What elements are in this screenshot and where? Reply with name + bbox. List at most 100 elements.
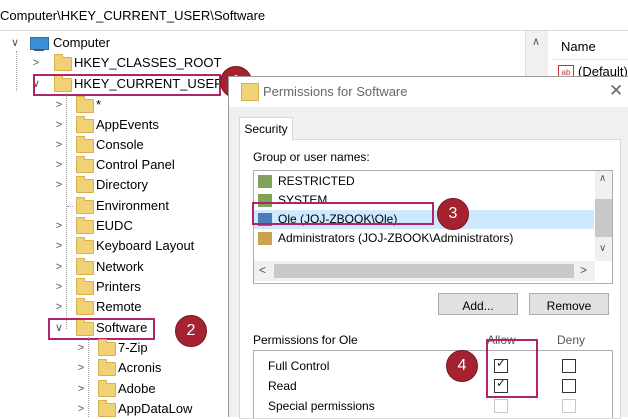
- tree-item-console[interactable]: > Console: [0, 135, 220, 155]
- tab-security[interactable]: Security: [239, 117, 293, 141]
- dialog-folder-icon: [241, 83, 259, 101]
- user-name: RESTRICTED: [278, 174, 355, 188]
- tree-item-environment[interactable]: Environment: [0, 196, 220, 216]
- tree-item-hkcr[interactable]: > HKEY_CLASSES_ROOT: [0, 53, 222, 73]
- full-control-deny-checkbox[interactable]: [562, 359, 576, 373]
- perm-full-control: Full Control: [268, 359, 330, 373]
- tree-label: 7-Zip: [118, 340, 148, 355]
- annotation-badge-2: 2: [175, 315, 207, 347]
- chevron-right-icon[interactable]: >: [54, 95, 64, 115]
- highlight-software: [48, 318, 155, 340]
- folder-icon: [98, 339, 116, 356]
- folder-icon: [76, 197, 94, 214]
- chevron-right-icon[interactable]: >: [76, 379, 86, 399]
- chevron-right-icon[interactable]: >: [54, 297, 64, 317]
- tree-item-control-panel[interactable]: > Control Panel: [0, 155, 220, 175]
- folder-icon: [76, 136, 94, 153]
- annotation-badge-4: 4: [446, 350, 478, 382]
- tree-item-acronis[interactable]: > Acronis: [0, 358, 220, 378]
- column-header[interactable]: Name: [552, 31, 628, 60]
- tree-label: Printers: [96, 279, 141, 294]
- tree-item-eudc[interactable]: > EUDC: [0, 216, 220, 236]
- column-name-label: Name: [561, 39, 596, 54]
- tree-item-appdatalow[interactable]: > AppDataLow: [0, 399, 220, 419]
- chevron-right-icon[interactable]: >: [54, 257, 64, 277]
- tree-item-printers[interactable]: > Printers: [0, 277, 220, 297]
- tree-label: Directory: [96, 177, 149, 192]
- chevron-right-icon[interactable]: >: [54, 216, 64, 236]
- computer-icon-stand: [34, 49, 44, 51]
- folder-icon: [76, 278, 94, 295]
- highlight-ole: [252, 202, 434, 225]
- tree-item-adobe[interactable]: > Adobe: [0, 379, 220, 399]
- dialog-title: Permissions for Software: [263, 84, 408, 99]
- scroll-down-icon[interactable]: ∨: [599, 243, 606, 254]
- read-deny-checkbox[interactable]: [562, 379, 576, 393]
- list-hscrollbar[interactable]: < >: [254, 261, 595, 281]
- tree-item-network[interactable]: > Network: [0, 257, 220, 277]
- close-icon[interactable]: ✕: [609, 81, 623, 101]
- chevron-right-icon[interactable]: >: [54, 115, 64, 135]
- tree-label: AppEvents: [96, 117, 159, 132]
- chevron-right-icon[interactable]: >: [76, 399, 86, 419]
- add-button[interactable]: Add...: [438, 293, 518, 315]
- folder-icon: [76, 116, 94, 133]
- tree-label: Remote: [96, 299, 142, 314]
- list-vscrollbar[interactable]: ∧ ∨: [595, 171, 612, 261]
- scroll-thumb[interactable]: [595, 199, 612, 237]
- address-bar[interactable]: Computer\HKEY_CURRENT_USER\Software: [0, 0, 628, 31]
- tree-item-remote[interactable]: > Remote: [0, 297, 220, 317]
- tree-label: Acronis: [118, 360, 162, 375]
- tree-item-appevents[interactable]: > AppEvents: [0, 115, 220, 135]
- tree-label: Environment: [96, 198, 169, 213]
- scroll-thumb[interactable]: [274, 264, 574, 278]
- tree-label: Adobe: [118, 381, 156, 396]
- remove-button[interactable]: Remove: [529, 293, 609, 315]
- tree-label: Computer: [53, 35, 111, 50]
- group-names-label: Group or user names:: [253, 150, 370, 164]
- folder-icon: [98, 380, 116, 397]
- perm-special: Special permissions: [268, 399, 375, 413]
- permissions-for-label: Permissions for Ole: [253, 333, 358, 347]
- chevron-right-icon[interactable]: >: [76, 338, 86, 358]
- tree-label: *: [96, 97, 102, 112]
- annotation-badge-3: 3: [437, 198, 469, 230]
- folder-icon: [76, 258, 94, 275]
- folder-icon: [76, 96, 94, 113]
- chevron-right-icon[interactable]: >: [54, 236, 64, 256]
- folder-icon: [98, 400, 116, 417]
- scroll-up-icon[interactable]: ∧: [532, 35, 540, 48]
- chevron-right-icon[interactable]: >: [54, 175, 64, 195]
- chevron-right-icon[interactable]: >: [54, 155, 64, 175]
- deny-header: Deny: [557, 333, 586, 347]
- tree-label: HKEY_CLASSES_ROOT: [74, 55, 222, 70]
- tree-label: Control Panel: [96, 157, 175, 172]
- scroll-right-icon[interactable]: >: [580, 263, 587, 277]
- chevron-right-icon[interactable]: >: [31, 53, 41, 73]
- tree-item-computer[interactable]: ∨ Computer: [0, 33, 220, 53]
- scroll-up-icon[interactable]: ∧: [599, 173, 606, 184]
- user-list[interactable]: RESTRICTED SYSTEM Ole (JOJ-ZBOOK\Ole) Ad…: [253, 170, 613, 284]
- special-allow-checkbox: [494, 399, 508, 413]
- tree-item-star[interactable]: > *: [0, 95, 220, 115]
- tree-label: AppDataLow: [118, 401, 193, 416]
- special-deny-checkbox: [562, 399, 576, 413]
- chevron-down-icon[interactable]: ∨: [10, 33, 20, 53]
- tree-item-directory[interactable]: > Directory: [0, 175, 220, 195]
- tree-label: Console: [96, 137, 144, 152]
- highlight-hkcu: [33, 74, 221, 96]
- perm-read: Read: [268, 379, 297, 393]
- chevron-right-icon[interactable]: >: [76, 358, 86, 378]
- scroll-left-icon[interactable]: <: [259, 263, 266, 277]
- folder-icon: [76, 237, 94, 254]
- chevron-right-icon[interactable]: >: [54, 135, 64, 155]
- dialog-titlebar: Permissions for Software ✕: [229, 77, 628, 107]
- tree-label: Keyboard Layout: [96, 238, 195, 253]
- chevron-right-icon[interactable]: >: [54, 277, 64, 297]
- highlight-allow-checkboxes: [486, 339, 538, 398]
- tree-item-keyboard-layout[interactable]: > Keyboard Layout: [0, 236, 220, 256]
- tree-connector: [67, 206, 73, 207]
- folder-icon: [76, 156, 94, 173]
- folder-icon: [54, 54, 72, 71]
- tree-label: EUDC: [96, 218, 133, 233]
